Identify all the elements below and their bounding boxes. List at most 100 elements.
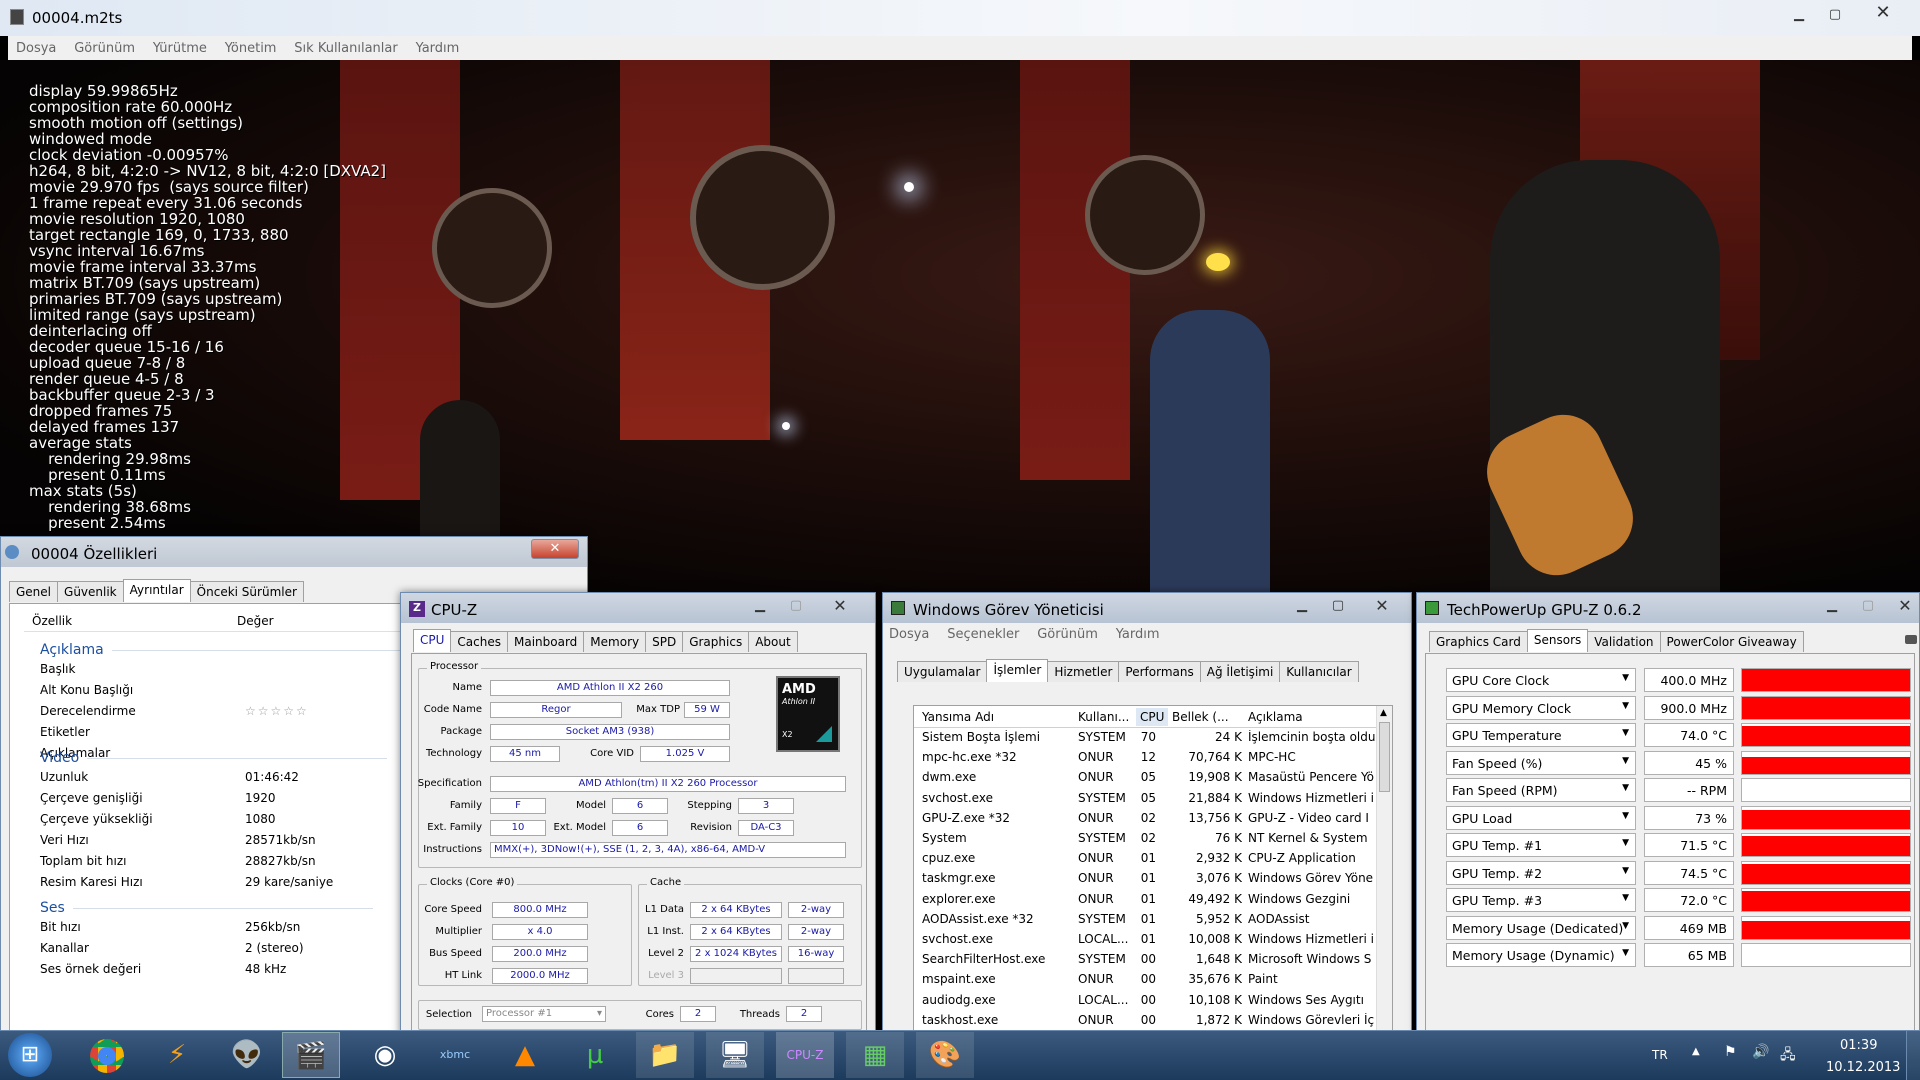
cpuz-maximize-button[interactable]: ▢ <box>781 597 811 617</box>
property-row[interactable]: Kanallar 2 (stereo) <box>40 941 304 955</box>
tab-onceki-surumler[interactable]: Önceki Sürümler <box>189 581 304 602</box>
sensor-name-dropdown[interactable]: GPU Temp. #1 ▼ <box>1446 833 1636 857</box>
gpuz-taskbar-icon[interactable]: ▦ <box>846 1032 904 1078</box>
vlc-icon[interactable]: ▲ <box>496 1032 554 1078</box>
col-deger[interactable]: Değer <box>237 614 274 628</box>
tab-islemler[interactable]: İşlemler <box>986 659 1049 682</box>
process-row[interactable]: svchost.exe LOCAL... 01 10,008 K Windows Hiz… <box>914 932 1376 952</box>
process-row[interactable]: svchost.exe SYSTEM 05 21,884 K Windows Hizme… <box>914 791 1376 811</box>
tab-ag-iletisimi[interactable]: Ağ İletişimi <box>1199 661 1281 682</box>
tab-cpu[interactable]: CPU <box>413 629 452 652</box>
property-row[interactable]: Alt Konu Başlığı <box>40 683 133 697</box>
process-row[interactable]: taskmgr.exe ONUR 01 3,076 K Windows Görev Yö… <box>914 871 1376 891</box>
network-icon[interactable]: 🖧 <box>1780 1044 1796 1068</box>
process-row[interactable]: audiodg.exe LOCAL... 00 10,108 K Windows Ses… <box>914 993 1376 1013</box>
tab-uygulamalar[interactable]: Uygulamalar <box>897 661 988 682</box>
xbmc-icon[interactable]: xbmc <box>426 1032 484 1078</box>
start-button[interactable]: ⊞ <box>8 1033 52 1077</box>
sensor-name-dropdown[interactable]: Fan Speed (RPM) ▼ <box>1446 778 1636 802</box>
selection-dropdown[interactable]: Processor #1 ▾ <box>482 1006 606 1022</box>
volume-icon[interactable]: 🔊 <box>1752 1044 1769 1060</box>
clock-date[interactable]: 10.12.2013 <box>1826 1060 1900 1075</box>
col-memory[interactable]: Bellek (... <box>1172 710 1229 724</box>
clock-time[interactable]: 01:39 <box>1840 1038 1877 1053</box>
property-row[interactable]: Resim Karesi Hızı 29 kare/saniye <box>40 875 333 889</box>
gpuz-maximize-button[interactable]: ▢ <box>1853 597 1883 617</box>
property-row[interactable]: Uzunluk 01:46:42 <box>40 770 299 784</box>
tab-memory[interactable]: Memory <box>583 631 647 652</box>
maximize-button[interactable]: ▢ <box>1820 6 1850 26</box>
taskmgr-maximize-button[interactable]: ▢ <box>1323 597 1353 617</box>
sensor-name-dropdown[interactable]: Memory Usage (Dynamic) ▼ <box>1446 943 1636 967</box>
taskmgr-close-button[interactable]: ✕ <box>1367 597 1397 617</box>
col-description[interactable]: Açıklama <box>1248 710 1303 724</box>
property-row[interactable]: Etiketler <box>40 725 90 739</box>
col-user[interactable]: Kullanı... <box>1078 710 1129 724</box>
media-icon[interactable]: ◉ <box>356 1032 414 1078</box>
language-indicator[interactable]: TR <box>1652 1048 1668 1062</box>
cpuz-taskbar-icon[interactable]: CPU-Z <box>776 1032 834 1078</box>
tm-menu-dosya[interactable]: Dosya <box>889 627 929 642</box>
property-row[interactable]: Derecelendirme ☆☆☆☆☆ <box>40 704 307 718</box>
tab-performans[interactable]: Performans <box>1118 661 1201 682</box>
col-ozellik[interactable]: Özellik <box>32 614 72 628</box>
action-center-icon[interactable]: ⚑ <box>1724 1044 1737 1060</box>
utorrent-icon[interactable]: µ <box>566 1032 624 1078</box>
sensor-name-dropdown[interactable]: GPU Core Clock ▼ <box>1446 668 1636 692</box>
sensor-name-dropdown[interactable]: GPU Load ▼ <box>1446 805 1636 830</box>
tm-menu-secenekler[interactable]: Seçenekler <box>947 627 1019 642</box>
process-row[interactable]: GPU-Z.exe *32 ONUR 02 13,756 K GPU-Z - Video… <box>914 811 1376 831</box>
property-row[interactable]: Çerçeve yüksekliği 1080 <box>40 812 276 826</box>
scroll-thumb[interactable] <box>1379 722 1390 792</box>
alien-icon[interactable]: 👽 <box>218 1032 276 1078</box>
tab-caches[interactable]: Caches <box>450 631 508 652</box>
tab-mainboard[interactable]: Mainboard <box>506 631 585 652</box>
sensor-name-dropdown[interactable]: Memory Usage (Dedicated) ▼ <box>1446 915 1636 940</box>
show-hidden-icons[interactable]: ▲ <box>1692 1046 1700 1057</box>
gpuz-close-button[interactable]: ✕ <box>1891 597 1919 617</box>
property-row[interactable]: Veri Hızı 28571kb/sn <box>40 833 316 847</box>
sensor-name-dropdown[interactable]: GPU Temp. #2 ▼ <box>1446 860 1636 885</box>
tm-menu-gorunum[interactable]: Görünüm <box>1037 627 1098 642</box>
property-row[interactable]: Çerçeve genişliği 1920 <box>40 791 276 805</box>
menu-yardim[interactable]: Yardım <box>416 41 460 56</box>
explorer-icon[interactable]: 📁 <box>636 1032 694 1078</box>
property-row[interactable]: Ses örnek değeri 48 kHz <box>40 962 286 976</box>
tab-validation[interactable]: Validation <box>1587 631 1661 652</box>
menu-favorites[interactable]: Sık Kullanılanlar <box>294 41 397 56</box>
tab-kullanicilar[interactable]: Kullanıcılar <box>1279 661 1359 682</box>
taskmgr-minimize-button[interactable]: ▁ <box>1287 597 1317 617</box>
sensor-name-dropdown[interactable]: GPU Memory Clock ▼ <box>1446 695 1636 720</box>
menu-gorunum[interactable]: Görünüm <box>74 41 135 56</box>
gpuz-minimize-button[interactable]: ▁ <box>1817 597 1847 617</box>
sensor-name-dropdown[interactable]: GPU Temp. #3 ▼ <box>1446 888 1636 912</box>
tab-powercolor-giveaway[interactable]: PowerColor Giveaway <box>1659 631 1804 652</box>
process-row[interactable]: cpuz.exe ONUR 01 2,932 K CPU-Z Application <box>914 851 1376 871</box>
col-cpu[interactable]: CPU <box>1136 708 1169 726</box>
process-row[interactable]: Sistem Boşta İşlemi SYSTEM 70 24 K İşlemcini… <box>914 730 1376 750</box>
mpc-hc-icon[interactable]: 🎬 <box>282 1032 340 1078</box>
menu-yurutme[interactable]: Yürütme <box>153 41 207 56</box>
cpuz-close-button[interactable]: ✕ <box>825 597 855 617</box>
tab-genel[interactable]: Genel <box>9 581 59 602</box>
scroll-up-icon[interactable]: ▲ <box>1380 708 1387 718</box>
tm-menu-yardim[interactable]: Yardım <box>1116 627 1160 642</box>
process-row[interactable]: mpc-hc.exe *32 ONUR 12 70,764 K MPC-HC <box>914 750 1376 770</box>
process-row[interactable]: explorer.exe ONUR 01 49,492 K Windows Gezgin… <box>914 892 1376 912</box>
tab-guvenlik[interactable]: Güvenlik <box>57 581 124 602</box>
properties-close-button[interactable]: ✕ <box>531 539 579 559</box>
tab-graphics-card[interactable]: Graphics Card <box>1429 631 1528 652</box>
menu-dosya[interactable]: Dosya <box>16 41 56 56</box>
tab-graphics[interactable]: Graphics <box>682 631 750 652</box>
process-row[interactable]: System SYSTEM 02 76 K NT Kernel & System <box>914 831 1376 851</box>
process-row[interactable]: mspaint.exe ONUR 00 35,676 K Paint <box>914 972 1376 992</box>
tab-hizmetler[interactable]: Hizmetler <box>1047 661 1120 682</box>
close-button[interactable]: ✕ <box>1868 4 1898 24</box>
minimize-button[interactable]: ▁ <box>1784 6 1814 26</box>
show-desktop-button[interactable] <box>1906 1031 1920 1080</box>
tab-ayrintilar[interactable]: Ayrıntılar <box>122 579 191 602</box>
tab-about[interactable]: About <box>748 631 798 652</box>
menu-yonetim[interactable]: Yönetim <box>225 41 277 56</box>
process-row[interactable]: dwm.exe ONUR 05 19,908 K Masaüstü Pencere Yö <box>914 770 1376 790</box>
winamp-icon[interactable]: ⚡ <box>148 1032 206 1078</box>
